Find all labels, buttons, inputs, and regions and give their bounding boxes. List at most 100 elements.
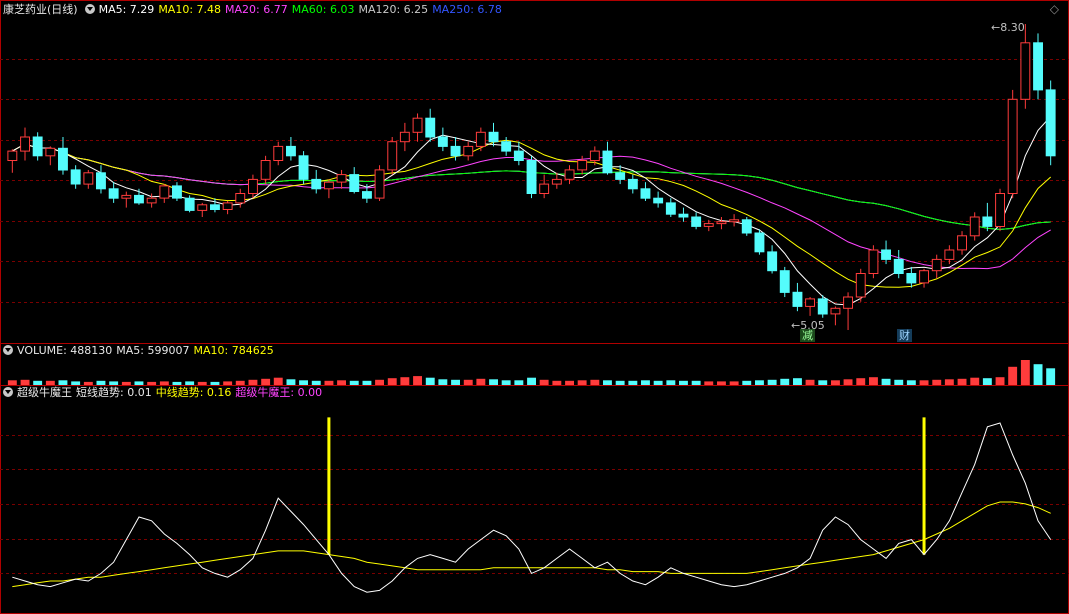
volume-bar bbox=[565, 380, 574, 385]
volume-bar bbox=[577, 380, 587, 385]
volume-bar bbox=[438, 379, 448, 385]
candle-body bbox=[691, 216, 702, 227]
volume-bar bbox=[666, 380, 676, 385]
candle-body bbox=[488, 131, 499, 143]
high-price-marker: ←8.30 bbox=[991, 21, 1025, 34]
candle-body bbox=[273, 145, 284, 161]
candle-body bbox=[653, 197, 664, 204]
volume-bar bbox=[982, 378, 992, 385]
candle-body bbox=[982, 216, 993, 227]
candle-body bbox=[944, 249, 955, 260]
volume-bar bbox=[717, 381, 726, 385]
event-finance-badge[interactable]: 财 bbox=[897, 329, 912, 342]
candle-body bbox=[58, 147, 68, 171]
volume-bar bbox=[831, 380, 840, 385]
candle-body bbox=[526, 160, 537, 194]
candle-body bbox=[615, 172, 626, 180]
volume-bar bbox=[1033, 364, 1043, 385]
candle-body bbox=[286, 145, 296, 157]
candle-body bbox=[539, 183, 550, 195]
candle-body bbox=[1007, 98, 1018, 194]
event-reduce-badge[interactable]: 减 bbox=[800, 329, 815, 342]
candle-body bbox=[640, 188, 651, 199]
diamond-icon[interactable]: ◇ bbox=[1050, 2, 1059, 16]
high-price-label: 8.30 bbox=[1000, 21, 1025, 34]
volume-bar bbox=[539, 379, 549, 385]
candle-body bbox=[551, 178, 562, 185]
indicator-mid: 中线趋势: 0.16 bbox=[155, 386, 232, 399]
volume-ma10: MA10: 784625 bbox=[193, 344, 274, 357]
candle-body bbox=[412, 117, 423, 133]
options-dropdown-icon[interactable] bbox=[84, 4, 95, 14]
volume-bar bbox=[273, 377, 283, 385]
stock-chart[interactable] bbox=[0, 0, 1069, 614]
volume-bar bbox=[514, 380, 524, 385]
indicator-king: 超级牛魔王: 0.00 bbox=[235, 386, 323, 399]
candle-body bbox=[374, 169, 385, 199]
candle-body bbox=[222, 202, 233, 210]
volume-bar bbox=[527, 377, 536, 385]
volume-bar bbox=[679, 380, 688, 385]
ma20-label: MA20: 6.77 bbox=[225, 3, 288, 16]
candle-body bbox=[501, 141, 512, 152]
ma5-label: MA5: 7.29 bbox=[98, 3, 155, 16]
candle-body bbox=[868, 249, 879, 274]
volume-bar bbox=[856, 378, 866, 385]
indicator-options-icon[interactable] bbox=[3, 387, 13, 397]
main-legend: 康芝药业(日线) MA5: 7.29 MA10: 7.48 MA20: 6.77 MA6… bbox=[0, 2, 506, 18]
candle-body bbox=[716, 221, 727, 225]
volume-bar bbox=[628, 380, 638, 385]
candle-body bbox=[931, 258, 942, 272]
volume-bar bbox=[476, 378, 486, 386]
candle-body bbox=[349, 174, 360, 193]
volume-bar bbox=[400, 377, 410, 385]
volume-bar bbox=[552, 380, 562, 385]
candle-body bbox=[817, 298, 828, 315]
ma5-line bbox=[12, 115, 1052, 306]
volume-bar bbox=[413, 376, 422, 385]
candle-body bbox=[146, 197, 157, 204]
candle-body bbox=[83, 172, 94, 185]
volume-bar bbox=[603, 380, 612, 385]
volume-title: VOLUME: 488130 bbox=[17, 344, 113, 357]
volume-bar bbox=[1020, 360, 1030, 385]
candle-body bbox=[995, 193, 1005, 227]
volume-bar bbox=[1046, 368, 1056, 385]
volume-bar bbox=[641, 380, 650, 385]
candle-body bbox=[108, 188, 119, 199]
candle-body bbox=[260, 160, 271, 180]
ma60-label: MA60: 6.03 bbox=[291, 3, 355, 16]
candle-body bbox=[855, 273, 866, 298]
volume-bar bbox=[375, 379, 384, 385]
candle-body bbox=[172, 185, 182, 199]
volume-bar bbox=[818, 380, 828, 385]
volume-bar bbox=[755, 380, 764, 385]
candle-body bbox=[387, 141, 398, 171]
volume-bar bbox=[919, 380, 929, 385]
volume-bar bbox=[793, 378, 802, 385]
candle-body bbox=[450, 145, 461, 157]
ma250-label: MA250: 6.78 bbox=[432, 3, 502, 16]
low-arrow-icon: ← bbox=[791, 319, 801, 332]
volume-bar bbox=[653, 380, 663, 385]
candle-body bbox=[463, 145, 474, 157]
volume-bar bbox=[894, 379, 904, 385]
volume-bar bbox=[489, 379, 498, 385]
volume-options-icon[interactable] bbox=[3, 345, 13, 355]
volume-bar bbox=[1008, 366, 1018, 385]
volume-bar bbox=[843, 379, 853, 385]
candle-body bbox=[425, 117, 436, 138]
candle-body bbox=[741, 219, 752, 234]
candle-body bbox=[96, 172, 106, 190]
candle-body bbox=[830, 307, 841, 315]
candle-body bbox=[805, 298, 815, 307]
candle-body bbox=[881, 249, 891, 260]
candle-body bbox=[665, 202, 676, 215]
candle-body bbox=[45, 147, 56, 157]
volume-bar bbox=[337, 380, 346, 385]
candle-body bbox=[7, 150, 18, 162]
volume-bar bbox=[387, 378, 397, 385]
candle-body bbox=[627, 178, 638, 190]
candle-body bbox=[159, 185, 170, 199]
volume-bar bbox=[615, 380, 625, 385]
